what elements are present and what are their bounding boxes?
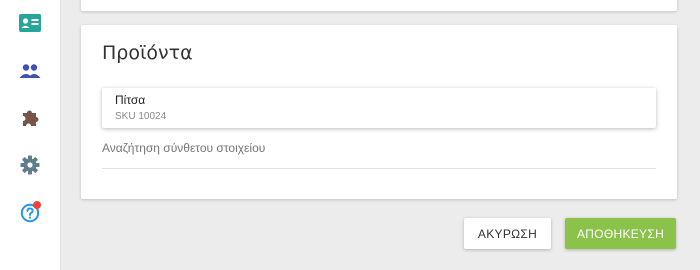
cancel-button[interactable]: ΑΚΥΡΩΣΗ [464, 218, 551, 249]
save-button[interactable]: ΑΠΟΘΗΚΕΥΣΗ [565, 218, 676, 249]
people-icon[interactable] [18, 59, 42, 83]
help-icon[interactable] [18, 201, 42, 225]
products-title: Προϊόντα [102, 42, 193, 64]
puzzle-icon[interactable] [18, 106, 42, 130]
notification-badge [33, 201, 41, 209]
product-name: Πίτσα [115, 93, 146, 107]
contact-card-icon[interactable] [18, 11, 42, 35]
products-card: Προϊόντα Πίτσα SKU 10024 [81, 25, 677, 199]
product-sku: SKU 10024 [115, 111, 167, 122]
gear-icon[interactable] [18, 153, 42, 177]
previous-card [81, 0, 677, 11]
sidebar [0, 0, 61, 270]
selected-product-item[interactable]: Πίτσα SKU 10024 [102, 88, 656, 128]
composite-item-search-input[interactable] [102, 137, 656, 169]
